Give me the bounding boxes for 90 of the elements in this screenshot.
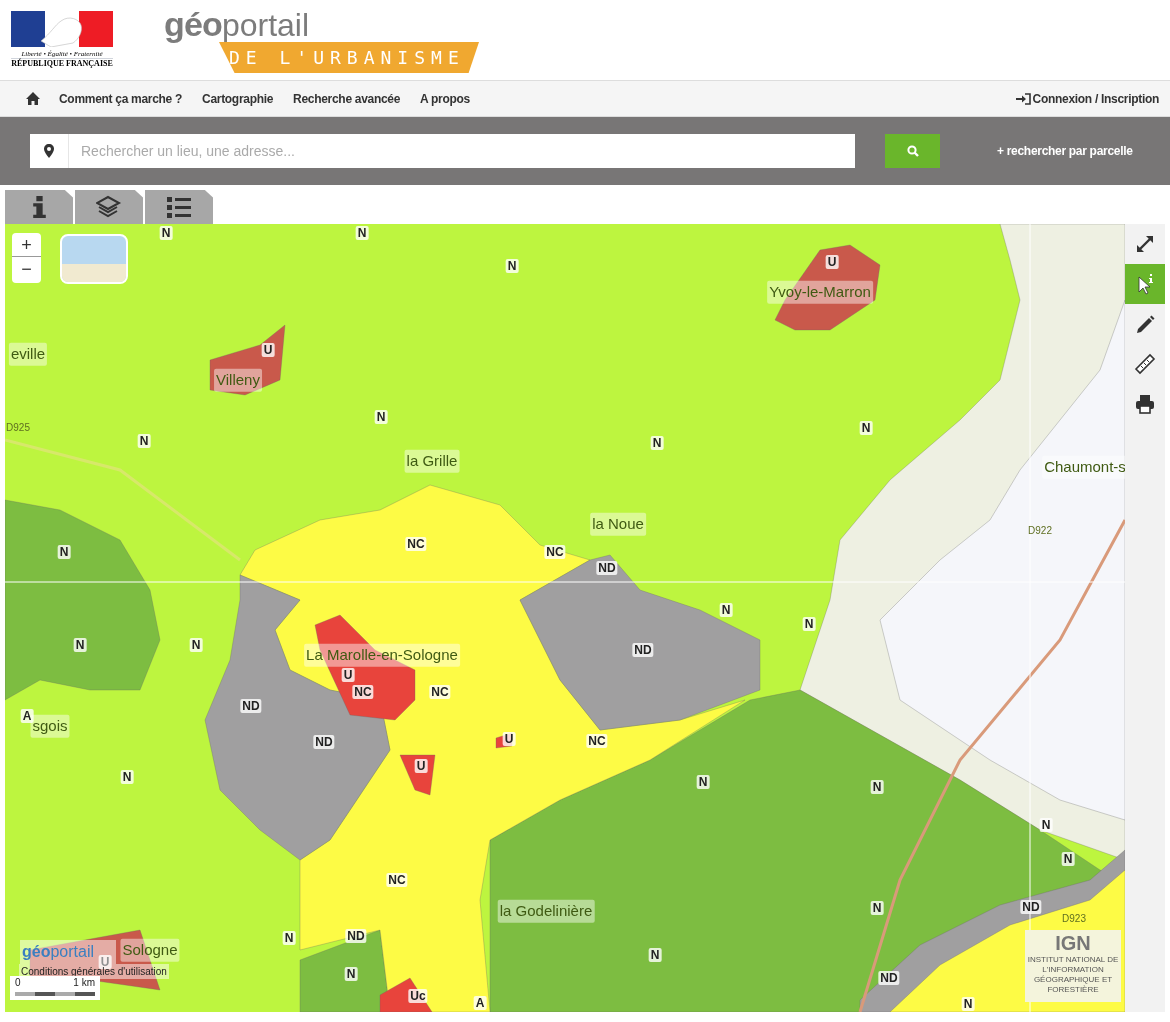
- place-label: Chaumont-s: [1042, 455, 1125, 479]
- zone-label: NC: [429, 685, 451, 699]
- zone-label: U: [414, 759, 428, 773]
- zone-label: N: [73, 638, 87, 652]
- place-label: la Noue: [590, 512, 646, 536]
- place-label: Sologne: [120, 938, 180, 962]
- place-label: Villeny: [214, 368, 262, 392]
- zone-label: N: [859, 421, 873, 435]
- zone-label: N: [650, 436, 664, 450]
- panel-tab[interactable]: [75, 190, 143, 224]
- zone-label: NC: [544, 545, 566, 559]
- zone-label: NC: [586, 734, 608, 748]
- zone-label: N: [961, 997, 975, 1011]
- zone-label: N: [189, 638, 203, 652]
- zone-label: N: [696, 775, 710, 789]
- place-label: sgois: [30, 714, 70, 738]
- zone-label: ND: [596, 561, 618, 575]
- zone-label: N: [648, 948, 662, 962]
- zone-label: U: [261, 343, 275, 357]
- logo-text-portail: portail: [221, 9, 310, 41]
- place-label: la Grille: [404, 449, 460, 473]
- nav-link[interactable]: Cartographie: [202, 89, 274, 108]
- zone-label: U: [825, 255, 839, 269]
- zone-label: N: [282, 931, 296, 945]
- zone-label: NC: [352, 685, 374, 699]
- republique-francaise-text: RÉPUBLIQUE FRANÇAISE: [11, 58, 113, 70]
- place-label: eville: [8, 342, 48, 366]
- zone-label: N: [374, 410, 388, 424]
- zone-label: N: [719, 603, 733, 617]
- zone-label: ND: [345, 929, 367, 943]
- search-field[interactable]: Rechercher un lieu, une adresse...: [30, 134, 855, 168]
- login-link[interactable]: Connexion / Inscription: [1032, 89, 1159, 108]
- login-icon: [1015, 92, 1031, 105]
- zoom-out-button[interactable]: −: [12, 257, 41, 281]
- zone-label: N: [870, 901, 884, 915]
- fullscreen-icon: [1134, 233, 1156, 255]
- zone-label: N: [344, 967, 358, 981]
- nav-link[interactable]: Comment ça marche ?: [59, 89, 182, 108]
- zone-label: U: [98, 955, 112, 969]
- zone-label: ND: [240, 699, 262, 713]
- zone-label: N: [505, 259, 519, 273]
- zone-label: NC: [405, 537, 427, 551]
- logo-banner: DE L'URBANISME: [219, 42, 479, 73]
- nav-link[interactable]: A propos: [420, 89, 470, 108]
- zone-label: NC: [386, 873, 408, 887]
- zone-label: N: [802, 617, 816, 631]
- panel-tab[interactable]: [5, 190, 73, 224]
- list-icon: [166, 195, 192, 219]
- zone-label: N: [1061, 852, 1075, 866]
- road-label: D922: [1028, 523, 1052, 538]
- zone-label: ND: [632, 643, 654, 657]
- zone-label: N: [1039, 818, 1053, 832]
- nav-link[interactable]: Recherche avancée: [293, 89, 401, 108]
- printer-icon: [1134, 393, 1156, 415]
- parcel-search-link[interactable]: + rechercher par parcelle: [997, 142, 1133, 160]
- place-label: Yvoy-le-Marron: [767, 280, 873, 304]
- road-label: D923: [1062, 911, 1086, 926]
- logo-text-geo: géo: [164, 7, 222, 41]
- place-label: La Marolle-en-Sologne: [304, 643, 460, 667]
- zone-label: U: [341, 668, 355, 682]
- zone-label: N: [120, 770, 134, 784]
- zone-label: N: [57, 545, 71, 559]
- ruler-icon: [1134, 353, 1156, 375]
- zone-label: N: [355, 226, 369, 240]
- zone-label: N: [159, 226, 173, 240]
- zone-label: A: [473, 996, 487, 1010]
- info-icon: [32, 196, 46, 218]
- search-field[interactable]: Rechercher un lieu, une adresse...: [81, 140, 855, 162]
- zone-label: U: [502, 732, 516, 746]
- zoom-control[interactable]: + −: [12, 233, 41, 283]
- home-icon[interactable]: [26, 92, 40, 105]
- layers-icon: [96, 195, 122, 219]
- zone-label: N: [137, 434, 151, 448]
- search-icon: [906, 145, 919, 157]
- flag-icon: [11, 10, 113, 47]
- zone-label: A: [20, 709, 34, 723]
- zone-label: ND: [1020, 900, 1042, 914]
- pencil-icon: [1134, 313, 1156, 335]
- minimap-thumbnail[interactable]: [60, 234, 128, 284]
- zoom-in-button[interactable]: +: [12, 233, 41, 257]
- location-pin-icon: [44, 144, 54, 158]
- road-label: D925: [6, 420, 30, 435]
- panel-tab[interactable]: [145, 190, 213, 224]
- zone-label: Uc: [408, 989, 428, 1003]
- ign-logo: IGN INSTITUT NATIONAL DE L'INFORMATION GÉOGRAPHIQUE ET FORESTIÈRE: [1025, 930, 1121, 1002]
- place-label: la Godelinière: [497, 899, 595, 923]
- zone-label: ND: [313, 735, 335, 749]
- zone-label: N: [870, 780, 884, 794]
- zone-label: ND: [878, 971, 900, 985]
- scale-bar: 0 1 km: [10, 976, 100, 1000]
